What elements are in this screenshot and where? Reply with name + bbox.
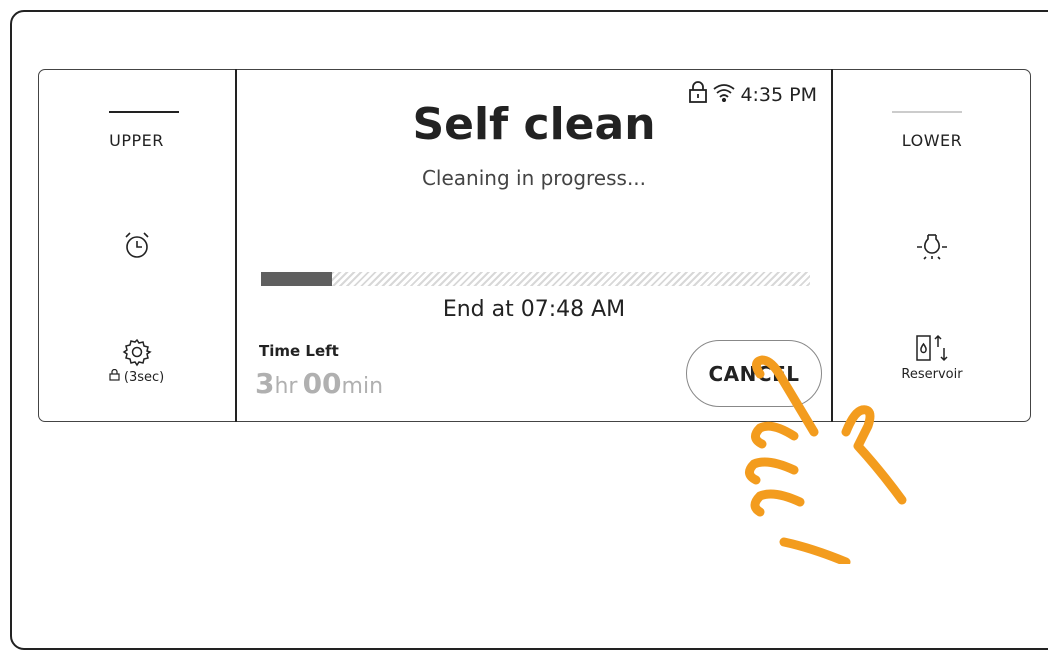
- time-left-minutes-unit: min: [341, 374, 384, 399]
- alarm-clock-icon[interactable]: [38, 229, 235, 261]
- gear-icon[interactable]: [38, 337, 235, 367]
- end-time: End at 07:48 AM: [442, 297, 626, 322]
- time-left-hours: 3: [255, 367, 275, 400]
- upper-oven-label[interactable]: UPPER: [38, 131, 235, 150]
- upper-oven-column: UPPER (3sec): [38, 69, 235, 422]
- page-title: Self clean: [412, 99, 656, 150]
- lower-oven-label[interactable]: LOWER: [833, 131, 1031, 150]
- time-left-minutes: 00: [302, 367, 342, 400]
- progress-bar: [261, 272, 810, 286]
- time-left-value: 3hr 00min: [255, 367, 383, 400]
- pointing-hand-icon: [745, 355, 907, 564]
- upper-selected-indicator: [109, 111, 179, 113]
- progress-fill: [261, 272, 333, 286]
- settings-lock-label: (3sec): [123, 370, 165, 385]
- small-lock-icon: [109, 368, 124, 385]
- status-subtitle: Cleaning in progress...: [421, 166, 647, 190]
- time-left-hours-unit: hr: [274, 374, 298, 399]
- time-left-label: Time Left: [259, 342, 339, 360]
- light-bulb-icon[interactable]: [833, 229, 1031, 261]
- settings-lock-hint: (3sec): [38, 368, 235, 385]
- lower-selected-indicator: [892, 111, 962, 113]
